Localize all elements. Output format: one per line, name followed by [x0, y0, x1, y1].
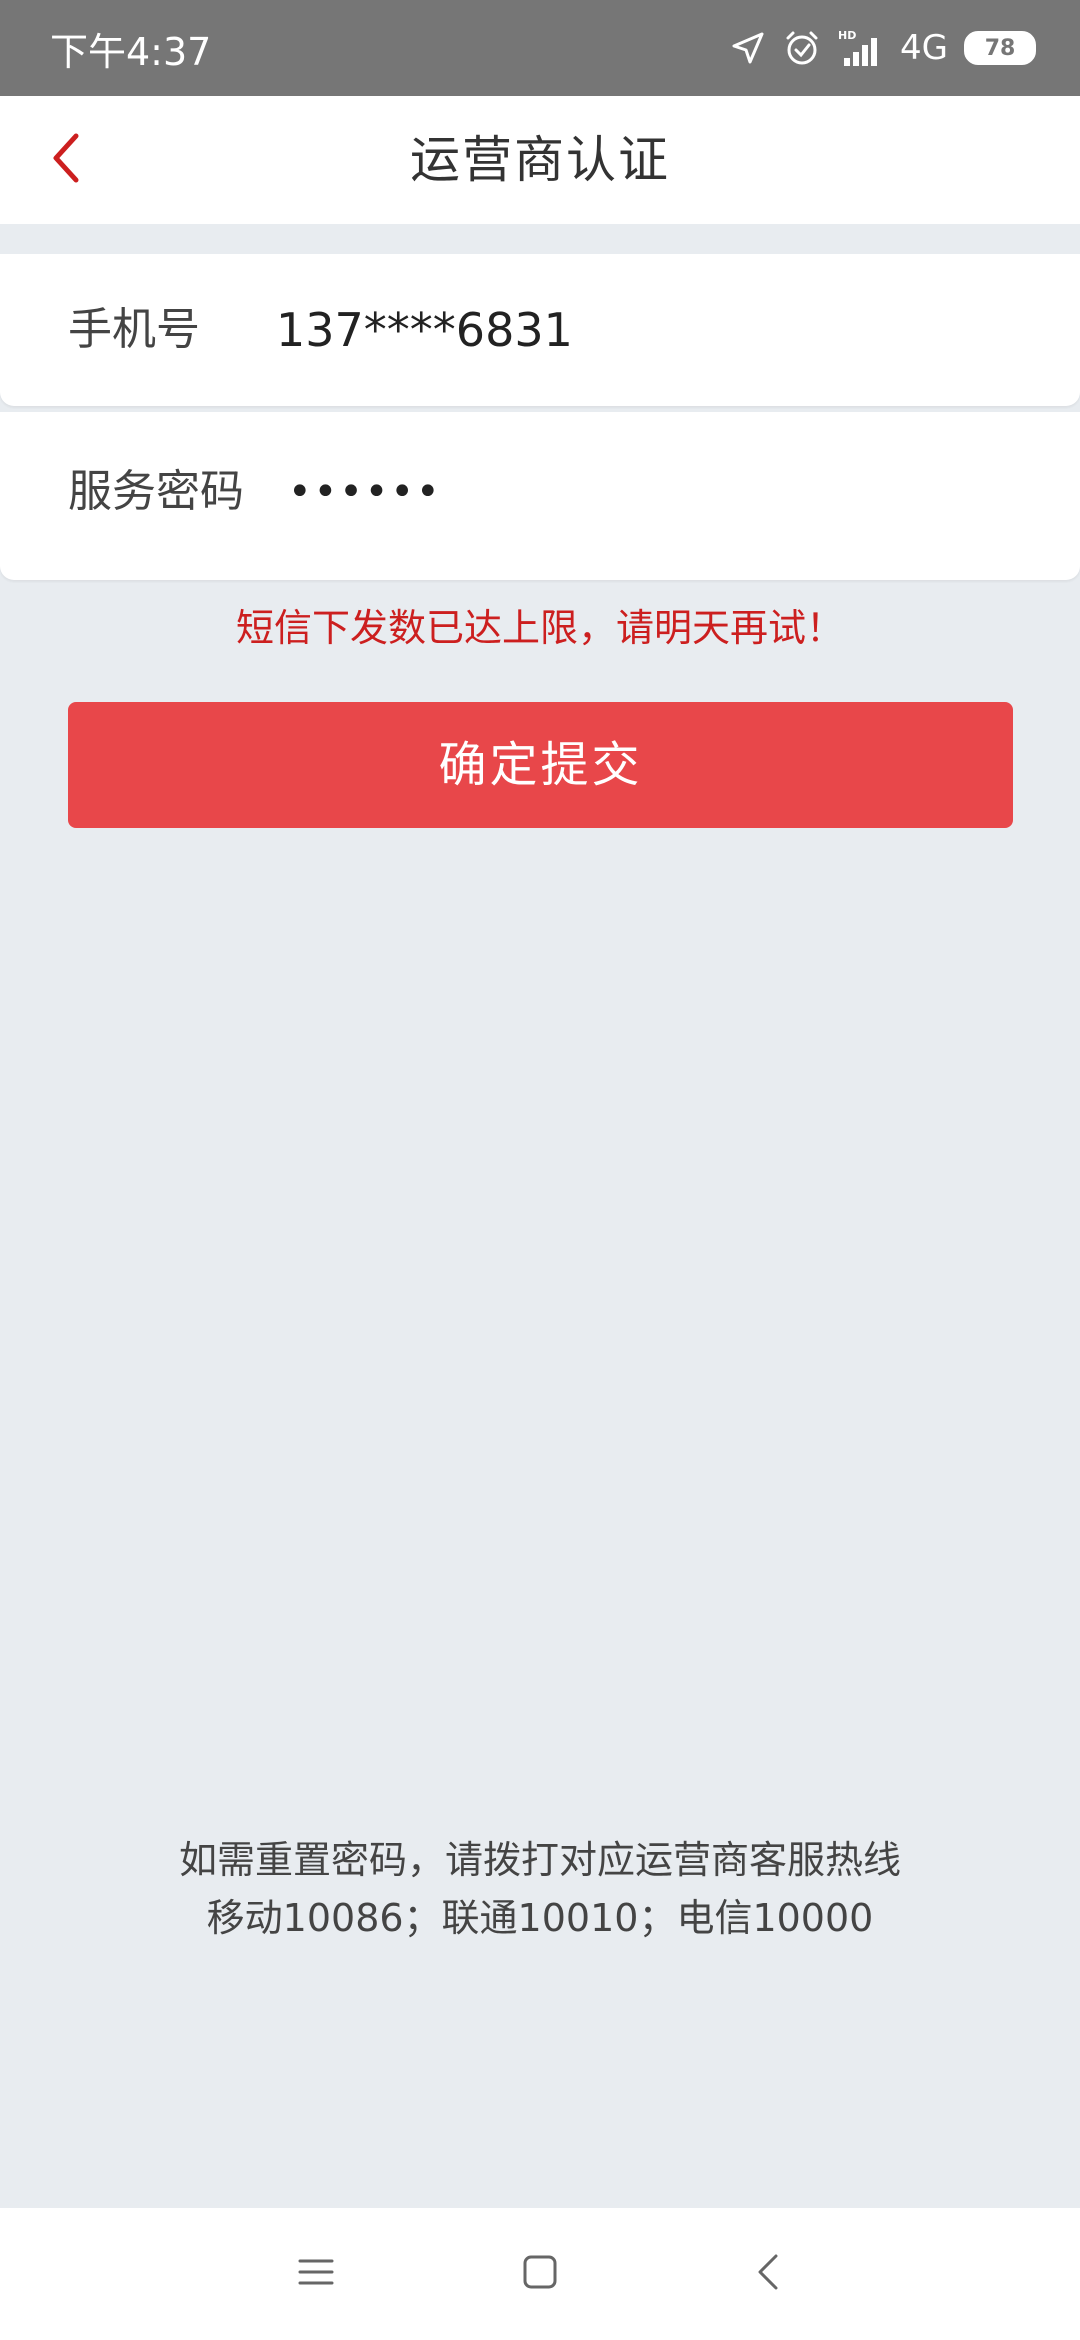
submit-button[interactable]: 确定提交 — [68, 702, 1013, 828]
status-time: 下午4:37 — [50, 30, 212, 74]
password-row: 服务密码 •••••• — [0, 412, 1080, 580]
hd-signal-icon: HD — [838, 28, 884, 68]
battery-icon: 78 — [964, 31, 1036, 65]
alarm-icon — [782, 28, 822, 68]
menu-icon — [298, 2257, 334, 2291]
status-icons: HD 4G 78 — [730, 0, 1036, 96]
password-label: 服务密码 — [68, 466, 244, 517]
help-text-line-1: 如需重置密码，请拨打对应运营商客服热线 — [178, 1838, 901, 1882]
home-square-icon — [522, 2254, 558, 2294]
page-title: 运营商认证 — [410, 131, 670, 189]
nav-menu-button[interactable] — [274, 2232, 358, 2316]
svg-text:HD: HD — [838, 29, 856, 42]
error-message: 短信下发数已达上限，请明天再试！ — [235, 606, 844, 650]
back-chevron-icon — [754, 2252, 782, 2296]
phone-row: 手机号 137****6831 — [0, 254, 1080, 406]
location-arrow-icon — [730, 30, 766, 66]
nav-home-button[interactable] — [498, 2232, 582, 2316]
status-bar: 下午4:37 HD 4G 78 — [0, 0, 1080, 96]
help-text-line-2: 移动10086；联通10010；电信10000 — [206, 1896, 874, 1940]
header: 运营商认证 — [0, 96, 1080, 224]
phone-value: 137****6831 — [276, 303, 573, 357]
network-type: 4G — [900, 28, 948, 68]
password-field[interactable]: •••••• — [288, 412, 988, 572]
phone-label: 手机号 — [68, 304, 200, 355]
navigation-bar — [0, 2208, 1080, 2340]
nav-back-button[interactable] — [726, 2232, 810, 2316]
